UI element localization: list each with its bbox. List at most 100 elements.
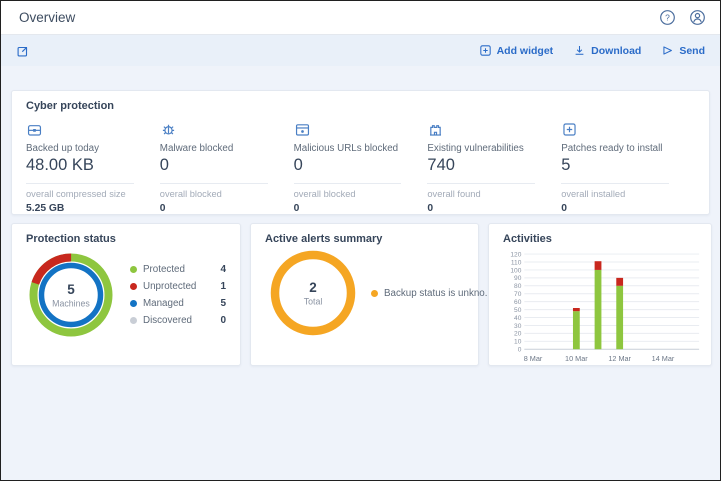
metric-divider <box>561 183 669 184</box>
svg-text:10 Mar: 10 Mar <box>565 354 588 363</box>
active-alerts-widget: Active alerts summary 2 Total Backup sta… <box>250 223 479 366</box>
protection-status-title: Protection status <box>12 224 240 245</box>
legend-item-protected[interactable]: Protected 4 <box>130 261 228 278</box>
protection-status-legend: Protected 4 Unprotected 1 Managed 5 <box>130 261 228 329</box>
donut-center-label: Total <box>304 297 323 307</box>
download-button[interactable]: Download <box>573 44 641 57</box>
metric-value: 48.00 KB <box>26 156 160 175</box>
legend-label: Managed <box>143 298 184 309</box>
donut-center-label: Machines <box>52 299 90 309</box>
protection-status-body: 5 Machines Protected 4 Unprotected 1 <box>12 245 240 342</box>
popout-icon[interactable] <box>16 44 30 58</box>
svg-text:110: 110 <box>511 259 522 266</box>
alert-dot <box>371 290 378 297</box>
active-alerts-body: 2 Total Backup status is unkno... 2 <box>251 245 478 341</box>
legend-item-backup-status[interactable]: Backup status is unkno... 2 <box>371 285 500 302</box>
send-label: Send <box>679 45 705 57</box>
overview-screen: Overview ? Add widget Download <box>0 0 721 481</box>
active-alerts-title: Active alerts summary <box>251 224 478 245</box>
metric-sub-label: overall installed <box>561 189 695 199</box>
protection-status-widget: Protection status 5 Machines Protected <box>11 223 241 366</box>
svg-text:?: ? <box>665 13 670 23</box>
managed-dot <box>130 300 137 307</box>
metric-divider <box>427 183 535 184</box>
legend-label: Protected <box>143 264 185 275</box>
donut-center-value: 5 <box>67 282 75 297</box>
metric-existing-vulnerabilities[interactable]: Existing vulnerabilities 740 overall fou… <box>427 121 561 214</box>
metric-label: Existing vulnerabilities <box>427 143 561 154</box>
svg-text:60: 60 <box>514 299 522 306</box>
svg-text:30: 30 <box>514 323 522 330</box>
activities-widget: Activities 01020304050607080901001101208… <box>488 223 712 366</box>
vulnerability-icon <box>427 121 444 138</box>
metric-value: 0 <box>160 156 294 175</box>
metric-divider <box>160 183 268 184</box>
metric-malware-blocked[interactable]: Malware blocked 0 overall blocked 0 <box>160 121 294 214</box>
malware-icon <box>160 121 177 138</box>
cyber-protection-metrics: Backed up today 48.00 KB overall compres… <box>12 112 709 214</box>
cyber-protection-widget: Cyber protection Backed up today 48.00 K… <box>11 90 710 215</box>
svg-text:70: 70 <box>514 291 522 298</box>
download-label: Download <box>591 45 641 57</box>
svg-text:14 Mar: 14 Mar <box>652 354 675 363</box>
active-alerts-donut: 2 Total <box>265 245 361 341</box>
metric-backed-up-today[interactable]: Backed up today 48.00 KB overall compres… <box>26 121 160 214</box>
dashboard-main: Cyber protection Backed up today 48.00 K… <box>1 66 720 366</box>
metric-patches-ready[interactable]: Patches ready to install 5 overall insta… <box>561 121 695 214</box>
send-button[interactable]: Send <box>661 44 705 57</box>
legend-item-discovered[interactable]: Discovered 0 <box>130 312 228 329</box>
metric-sub-label: overall found <box>427 189 561 199</box>
patch-icon <box>561 121 578 138</box>
metric-sub-label: overall blocked <box>160 189 294 199</box>
svg-text:40: 40 <box>514 315 522 322</box>
donut-center-value: 2 <box>309 280 317 295</box>
metric-value: 0 <box>294 156 428 175</box>
legend-value: 5 <box>220 298 228 309</box>
svg-text:80: 80 <box>514 283 522 290</box>
legend-value: 4 <box>220 264 228 275</box>
legend-label: Discovered <box>143 315 192 326</box>
metric-value: 740 <box>427 156 561 175</box>
metric-sub-value: 5.25 GB <box>26 203 160 214</box>
svg-text:90: 90 <box>514 275 522 282</box>
metric-label: Malware blocked <box>160 143 294 154</box>
metric-sub-label: overall blocked <box>294 189 428 199</box>
legend-item-unprotected[interactable]: Unprotected 1 <box>130 278 228 295</box>
metric-value: 5 <box>561 156 695 175</box>
account-icon[interactable] <box>689 9 706 26</box>
svg-text:120: 120 <box>510 251 521 258</box>
legend-label: Unprotected <box>143 281 196 292</box>
help-icon[interactable]: ? <box>659 9 676 26</box>
legend-label: Backup status is unkno... <box>384 288 493 299</box>
svg-text:20: 20 <box>514 331 522 338</box>
svg-text:10: 10 <box>514 339 522 346</box>
widget-toolbar: Add widget Download Send <box>1 35 720 66</box>
page-title: Overview <box>19 10 75 25</box>
activities-title: Activities <box>489 224 711 245</box>
activities-chart: 01020304050607080901001101208 Mar10 Mar1… <box>501 248 703 366</box>
metric-label: Malicious URLs blocked <box>294 143 428 154</box>
metric-divider <box>294 183 402 184</box>
active-alerts-legend: Backup status is unkno... 2 <box>371 285 500 302</box>
svg-text:100: 100 <box>510 267 521 274</box>
widgets-row: Protection status 5 Machines Protected <box>11 223 710 366</box>
metric-divider <box>26 183 134 184</box>
activities-body: 01020304050607080901001101208 Mar10 Mar1… <box>489 245 711 366</box>
send-icon <box>661 44 674 57</box>
metric-label: Backed up today <box>26 143 160 154</box>
svg-text:50: 50 <box>514 307 522 314</box>
metric-label: Patches ready to install <box>561 143 695 154</box>
backup-icon <box>26 121 43 138</box>
metric-sub-value: 0 <box>427 203 561 214</box>
download-icon <box>573 44 586 57</box>
legend-value: 1 <box>220 281 228 292</box>
metric-malicious-urls[interactable]: Malicious URLs blocked 0 overall blocked… <box>294 121 428 214</box>
url-icon <box>294 121 311 138</box>
legend-item-managed[interactable]: Managed 5 <box>130 295 228 312</box>
top-header: Overview ? <box>1 1 720 35</box>
add-widget-button[interactable]: Add widget <box>479 44 554 57</box>
unprotected-dot <box>130 283 137 290</box>
discovered-dot <box>130 317 137 324</box>
legend-value: 0 <box>220 315 228 326</box>
metric-sub-value: 0 <box>561 203 695 214</box>
